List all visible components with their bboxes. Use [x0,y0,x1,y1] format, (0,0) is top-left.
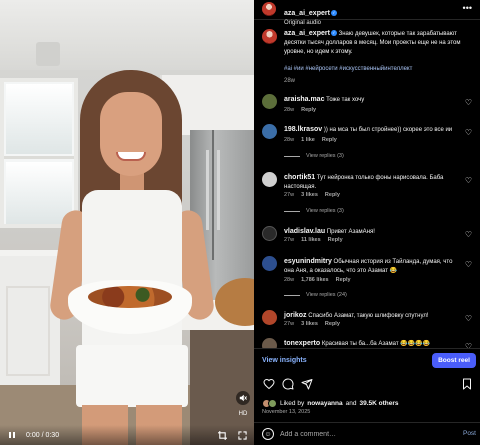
view-replies-label: View replies (3) [306,153,344,159]
heart-icon[interactable] [262,378,276,392]
verified-icon: ✓ [330,30,337,36]
comment-text: )) на мса ты был стройнее)) скорее это в… [323,127,453,133]
fullscreen-icon[interactable] [236,429,248,441]
post-panel: aza_ai_expert ✓ Original audio ••• aza_ai… [254,0,480,445]
post-header: aza_ai_expert ✓ Original audio ••• [254,0,480,26]
commenter-username[interactable]: araisha.mac [284,96,324,103]
view-replies-label: View replies (3) [306,208,344,214]
more-horizontal-icon[interactable]: ••• [463,3,472,13]
author-avatar[interactable] [262,2,276,16]
reel-video[interactable]: HD 0:00 / 0:30 [0,0,254,445]
lower-cabinet [0,250,60,390]
commenter-username[interactable]: chortik51 [284,174,315,181]
view-replies-button[interactable]: View replies (3) [284,208,344,214]
video-controls: 0:00 / 0:30 [0,425,254,445]
likes-count[interactable]: 39.5K others [359,400,398,407]
speaker-muted-icon[interactable] [236,391,250,405]
white-shorts [76,345,188,407]
reply-button[interactable]: Reply [301,107,316,113]
crop-icon[interactable] [216,429,228,441]
comment-text: Привет АзамАня! [326,229,375,235]
heart-icon[interactable]: ♡ [465,314,472,323]
comment-likes[interactable]: 3 likes [301,321,318,327]
reply-button[interactable]: Reply [325,192,340,198]
comment-likes[interactable]: 1 like [301,137,315,143]
bookmark-icon[interactable] [460,378,474,392]
commenter-avatar[interactable] [262,338,277,348]
commenter-avatar[interactable] [262,94,277,109]
comment-text: Красивая ты ба...ба Азамат 😂😂😂😂 [321,341,431,347]
comment-likes[interactable]: 1,786 likes [301,277,329,283]
commenter-username[interactable]: tonexperto [284,340,320,347]
caption-username[interactable]: aza_ai_expert [284,30,330,37]
commenter-username[interactable]: vladislav.lau [284,228,325,235]
post-date: November 13, 2025 [262,409,311,415]
commenter-avatar[interactable] [262,310,277,325]
heart-icon[interactable]: ♡ [465,260,472,269]
boost-reel-button[interactable]: Boost reel [432,353,476,368]
commenter-username[interactable]: 198.lkrasov [284,126,322,133]
liked-by-and: and [345,399,357,407]
reply-button[interactable]: Reply [328,237,343,243]
comment-time: 28w [284,277,295,283]
reply-button[interactable]: Reply [336,277,351,283]
reply-button[interactable]: Reply [322,137,337,143]
comment-composer: ☺ Post [254,422,480,445]
video-time: 0:00 / 0:30 [26,431,60,439]
view-replies-button[interactable]: View replies (3) [284,153,344,159]
heart-icon[interactable]: ♡ [465,98,472,107]
likes-summary: Liked by nowayanna and 39.5K others [262,397,474,409]
insights-bar: View insights Boost reel [254,348,480,372]
heart-icon[interactable]: ♡ [465,230,472,239]
comment-text: Спасибо Азамат, такую шлифовку спутнул! [308,313,429,319]
comment-time: 28w [284,137,295,143]
comment-time: 27w [284,321,295,327]
commenter-avatar[interactable] [262,256,277,271]
audio-label[interactable]: Original audio [284,20,337,26]
pasta [88,286,172,308]
post-button[interactable]: Post [463,430,476,437]
author-username[interactable]: aza_ai_expert [284,10,330,17]
hd-badge[interactable]: HD [236,409,250,419]
comment-time: 27w [284,192,295,198]
comment: tonexperto Красивая ты ба...ба Азамат 😂😂… [262,338,474,348]
action-bar [254,378,480,394]
comment-likes[interactable]: 11 likes [301,237,321,243]
comment-likes[interactable]: 3 likes [301,192,318,198]
reply-button[interactable]: Reply [325,321,340,327]
view-replies-label: View replies (24) [306,292,347,298]
heart-icon[interactable]: ♡ [465,128,472,137]
view-insights-link[interactable]: View insights [262,357,307,364]
comment-time: 28w [284,107,295,113]
caption-text: aza_ai_expert ✓ Знаю девушек, которые так… [284,29,474,57]
caption-avatar[interactable] [262,29,277,44]
commenter-avatar[interactable] [262,172,277,187]
emoji-icon[interactable]: ☺ [262,428,274,440]
liked-by-prefix: Liked by [280,399,305,407]
range-hood [36,42,60,66]
liker-avatar[interactable] [268,398,277,408]
pause-icon[interactable] [6,429,18,441]
commenter-avatar[interactable] [262,124,277,139]
liked-by-user[interactable]: nowayanna [307,400,342,407]
face [100,92,162,176]
hashtags[interactable]: #ai #ии #нейросети #искусственныйинтелле… [284,66,474,72]
view-replies-button[interactable]: View replies (24) [284,292,347,298]
comment-text: Тоже так хочу [326,97,365,103]
verified-icon: ✓ [330,10,337,16]
commenter-username[interactable]: esyunindmitry [284,258,332,265]
share-icon[interactable] [300,378,314,392]
comment-input[interactable] [280,428,430,441]
commenter-avatar[interactable] [262,226,277,241]
comment-time: 27w [284,237,295,243]
woman-holding-bowl [48,70,216,445]
caption-time: 28w [284,78,296,84]
comment-icon[interactable] [281,378,295,392]
heart-icon[interactable]: ♡ [465,176,472,185]
commenter-username[interactable]: jorikoz [284,312,307,319]
